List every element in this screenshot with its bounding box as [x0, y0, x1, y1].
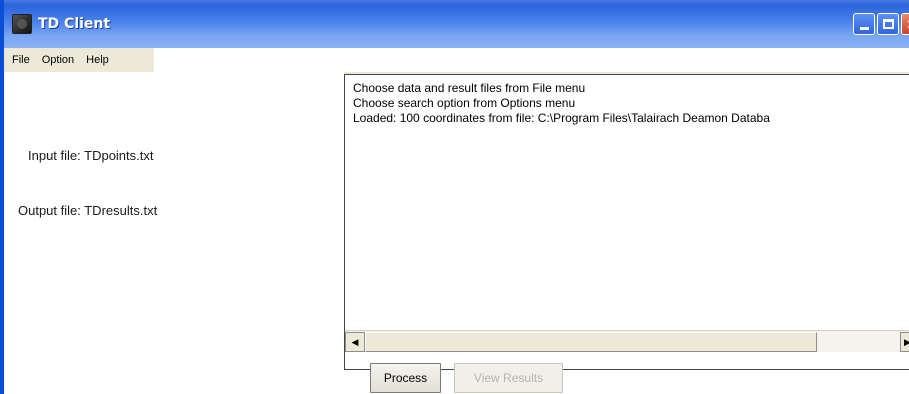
minimize-button[interactable] — [853, 13, 875, 35]
menu-help[interactable]: Help — [86, 54, 109, 66]
close-button[interactable]: ✕ — [901, 13, 909, 35]
output-file-label: Output file: TDresults.txt — [18, 203, 158, 218]
arrow-right-icon: ▶ — [904, 336, 909, 347]
process-button[interactable]: Process — [370, 363, 441, 393]
log-line: Choose search option from Options menu — [353, 96, 576, 110]
view-results-button[interactable]: View Results — [454, 363, 563, 393]
app-icon[interactable] — [12, 14, 32, 34]
minimize-icon — [859, 26, 869, 30]
scroll-left-button[interactable]: ◀ — [345, 332, 365, 352]
app-window: TD Client ✕ File Option Help Input file:… — [0, 0, 909, 394]
arrow-left-icon: ◀ — [351, 336, 359, 347]
window-title: TD Client — [38, 16, 111, 32]
scroll-right-button[interactable]: ▶ — [900, 332, 909, 352]
menu-bar-filler — [154, 48, 909, 72]
maximize-button[interactable] — [877, 13, 899, 35]
menu-bar: File Option Help — [4, 48, 154, 72]
horizontal-scrollbar[interactable]: ◀ ▶ — [345, 330, 909, 352]
maximize-icon — [882, 19, 894, 29]
log-line: Loaded: 100 coordinates from file: C:\Pr… — [353, 111, 770, 125]
input-file-label: Input file: TDpoints.txt — [28, 148, 154, 163]
log-line: Choose data and result files from File m… — [353, 81, 586, 95]
file-info-panel — [4, 72, 344, 394]
log-textarea[interactable]: Choose data and result files from File m… — [344, 74, 909, 370]
title-bar[interactable]: TD Client ✕ — [4, 0, 909, 48]
scroll-thumb[interactable] — [365, 332, 817, 352]
log-content: Choose data and result files from File m… — [353, 81, 770, 126]
menu-file[interactable]: File — [12, 54, 30, 66]
menu-option[interactable]: Option — [42, 54, 74, 66]
